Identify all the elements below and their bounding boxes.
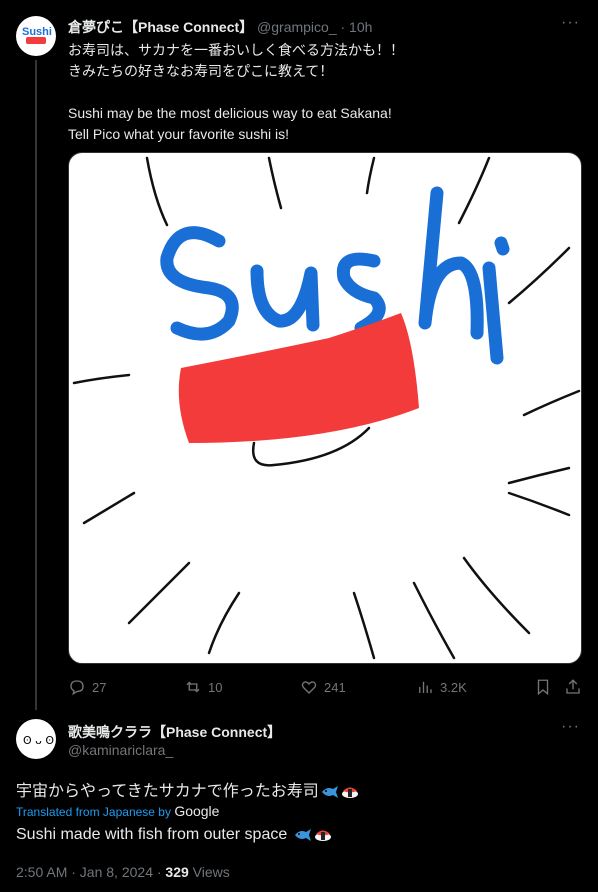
post1-text-line: Tell Pico what your favorite sushi is!	[68, 126, 289, 142]
share-icon	[566, 679, 580, 694]
share-button[interactable]	[564, 678, 582, 696]
post2-text-japanese: 宇宙からやってきたサカナで作ったお寿司	[16, 777, 359, 804]
post1-handle[interactable]: @grampico_	[257, 19, 337, 35]
post2-display-name[interactable]: 歌美鳴クララ【Phase Connect】	[68, 722, 281, 742]
reply-count: 27	[92, 679, 107, 695]
post1-more-options-icon[interactable]: ···	[561, 14, 580, 32]
repost-button[interactable]: 10	[184, 678, 222, 696]
heart-icon	[301, 681, 317, 694]
post2-text-english: Sushi made with fish from outer space	[16, 826, 332, 847]
translation-notice[interactable]: Translated from Japanese by Google	[16, 803, 219, 819]
post2-more-options-icon[interactable]: ···	[561, 718, 580, 736]
bookmark-button[interactable]	[534, 678, 552, 696]
post1-text-line: きみたちの好きなお寿司をぴこに教えて！	[68, 63, 334, 79]
repost-icon	[186, 681, 200, 693]
post1-time[interactable]: · 10h	[341, 19, 373, 35]
fish-emoji-icon	[294, 828, 312, 847]
repost-count: 10	[208, 679, 223, 695]
views-count: 3.2K	[440, 679, 467, 695]
views-icon	[419, 681, 432, 693]
post1-header: 倉夢ぴこ【Phase Connect】 @grampico_ · 10h	[68, 17, 372, 37]
post1-text: お寿司は、サカナを一番おいしく食べる方法かも！！ きみたちの好きなお寿司をぴこに…	[68, 40, 578, 145]
reply-button[interactable]: 27	[68, 678, 106, 696]
post2-handle[interactable]: @kaminariclara_	[68, 742, 173, 758]
like-count: 241	[324, 679, 346, 695]
post1-text-line: Sushi may be the most delicious way to e…	[68, 105, 392, 121]
thread-connector	[35, 60, 37, 710]
post1-image[interactable]	[68, 152, 582, 664]
avatar-kaminariclara[interactable]: ʘ ᴗ ʘ	[16, 719, 56, 759]
fish-emoji-icon	[321, 785, 339, 804]
sushi-emoji-icon	[314, 826, 332, 847]
svg-text:Sushi: Sushi	[22, 26, 52, 38]
like-button[interactable]: 241	[300, 678, 346, 696]
post1-display-name[interactable]: 倉夢ぴこ【Phase Connect】	[68, 19, 253, 35]
post2-views-label: Views	[188, 864, 230, 880]
views-button[interactable]: 3.2K	[416, 678, 467, 696]
bookmark-icon	[537, 679, 549, 696]
google-logo: Google	[174, 803, 220, 819]
svg-text:ʘ ᴗ ʘ: ʘ ᴗ ʘ	[23, 734, 54, 747]
reply-icon	[70, 680, 84, 696]
post1-text-line: お寿司は、サカナを一番おいしく食べる方法かも！！	[68, 42, 404, 58]
post2-view-count: 329	[165, 864, 189, 880]
post1-actions: 27 10 241 3.2K	[68, 678, 582, 698]
sushi-emoji-icon	[341, 783, 359, 804]
post2-timestamp[interactable]: 2:50 AM · Jan 8, 2024 ·	[16, 864, 165, 880]
sushi-drawing	[72, 156, 581, 660]
post2-meta: 2:50 AM · Jan 8, 2024 · 329 Views	[16, 864, 230, 880]
avatar-grampico[interactable]: Sushi	[16, 16, 56, 56]
